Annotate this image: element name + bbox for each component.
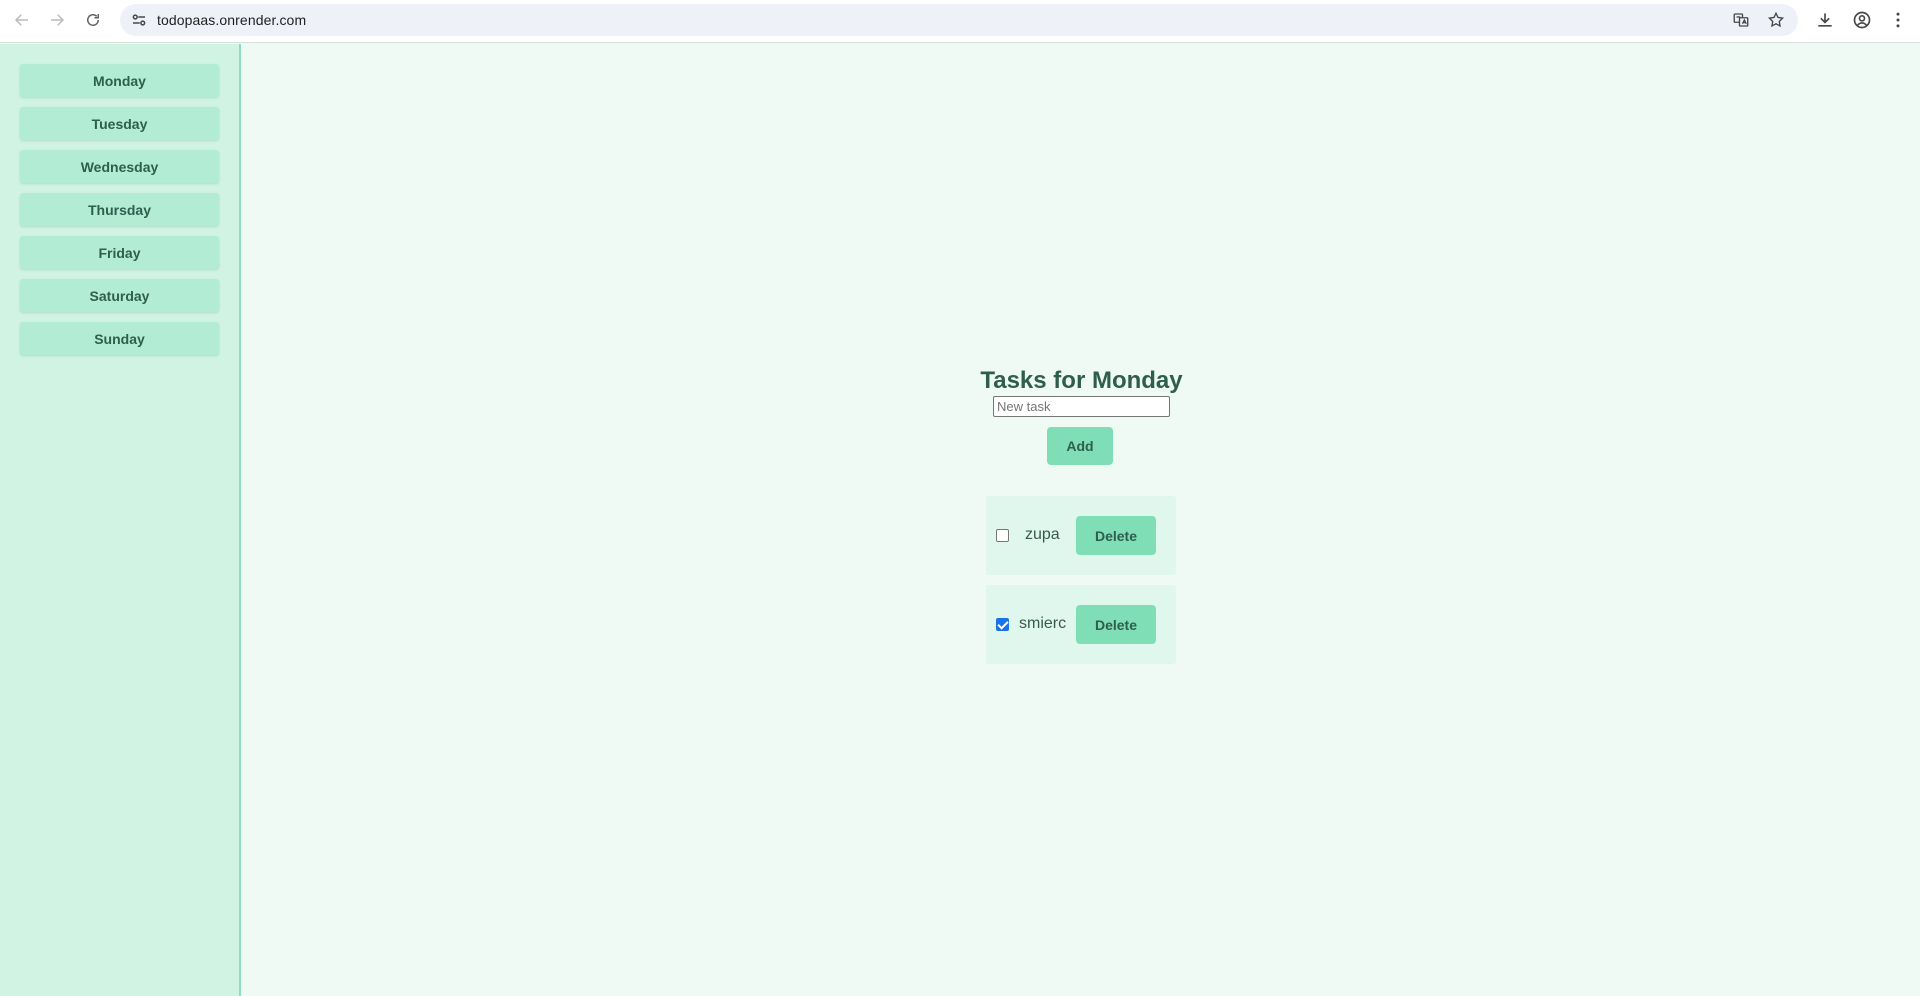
day-button-thursday[interactable]: Thursday [20,193,219,226]
address-bar[interactable]: todopaas.onrender.com [120,4,1798,36]
task-checkbox[interactable] [996,618,1009,631]
day-button-monday[interactable]: Monday [20,64,219,97]
page-title: Tasks for Monday [980,367,1183,394]
profile-icon[interactable] [1852,10,1872,30]
browser-toolbar: todopaas.onrender.com [0,0,1920,43]
url-text[interactable]: todopaas.onrender.com [157,12,306,28]
day-button-saturday[interactable]: Saturday [20,279,219,312]
download-icon[interactable] [1815,10,1835,30]
translate-icon[interactable] [1732,11,1750,29]
add-task-button[interactable]: Add [1047,427,1113,465]
menu-kebab-icon[interactable] [1888,10,1908,30]
task-checkbox[interactable] [996,529,1009,542]
site-info-icon[interactable] [130,11,148,29]
day-button-wednesday[interactable]: Wednesday [20,150,219,183]
main-content: Tasks for Monday Add zupa Delete smierc … [243,44,1920,996]
task-item: smierc Delete [986,585,1176,664]
task-text: smierc [1019,615,1067,632]
bookmark-star-icon[interactable] [1767,11,1785,29]
task-text: zupa [1025,526,1060,543]
task-item: zupa Delete [986,496,1176,575]
day-button-tuesday[interactable]: Tuesday [20,107,219,140]
day-sidebar: Monday Tuesday Wednesday Thursday Friday… [0,44,241,996]
new-task-input[interactable] [993,396,1170,417]
forward-icon[interactable] [44,7,70,33]
back-icon[interactable] [9,7,35,33]
delete-task-button[interactable]: Delete [1076,605,1156,644]
delete-task-button[interactable]: Delete [1076,516,1156,555]
day-button-friday[interactable]: Friday [20,236,219,269]
reload-icon[interactable] [80,7,106,33]
day-button-sunday[interactable]: Sunday [20,322,219,355]
